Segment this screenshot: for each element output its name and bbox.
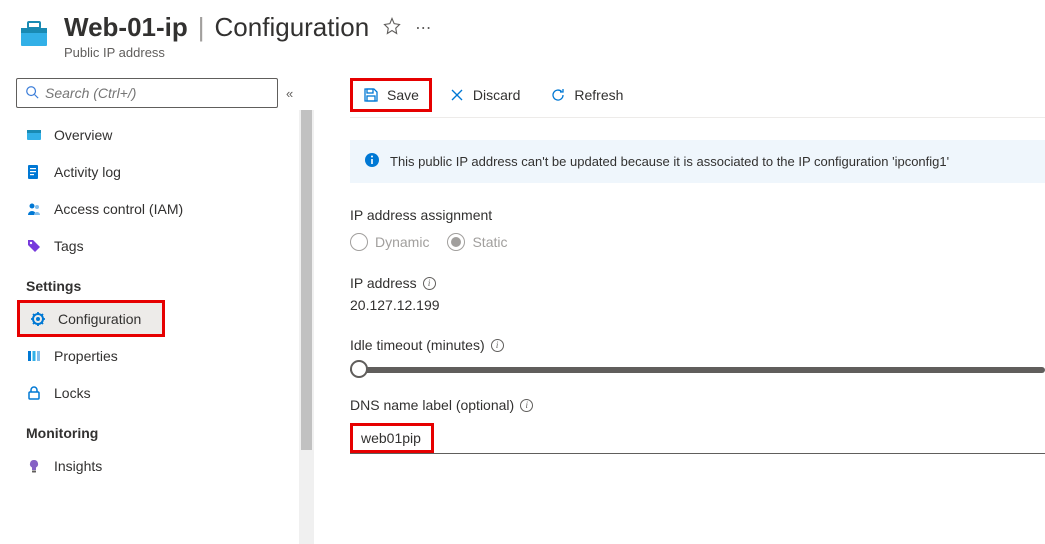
collapse-sidebar-icon[interactable]: « — [286, 86, 293, 101]
radio-icon — [447, 233, 465, 251]
favorite-star-icon[interactable] — [383, 17, 401, 38]
insights-icon — [26, 458, 42, 474]
sidebar: « Overview Activity log Access control (… — [0, 72, 314, 544]
sidebar-item-configuration[interactable]: Configuration — [17, 300, 165, 337]
ip-address-value: 20.127.12.199 — [350, 297, 1045, 313]
dns-input-value[interactable]: web01pip — [350, 423, 434, 453]
overview-icon — [26, 127, 42, 143]
sidebar-item-label: Tags — [54, 238, 84, 254]
save-icon — [363, 87, 379, 103]
save-button[interactable]: Save — [350, 78, 432, 112]
sidebar-item-iam[interactable]: Access control (IAM) — [16, 190, 306, 227]
discard-icon — [449, 87, 465, 103]
gear-icon — [30, 311, 46, 327]
sidebar-item-label: Locks — [54, 385, 91, 401]
toolbar: Save Discard Refresh — [350, 72, 1045, 118]
info-icon — [364, 152, 380, 171]
ip-assignment-label: IP address assignment — [350, 207, 1045, 223]
resource-name: Web-01-ip — [64, 12, 188, 43]
info-tooltip-icon[interactable]: i — [491, 339, 504, 352]
refresh-icon — [550, 87, 566, 103]
sidebar-scrollbar[interactable] — [299, 110, 314, 544]
page-header: Web-01-ip | Configuration ⋯ Public IP ad… — [0, 0, 1045, 72]
ip-address-label: IP address i — [350, 275, 1045, 291]
sidebar-item-overview[interactable]: Overview — [16, 116, 306, 153]
lock-icon — [26, 385, 42, 401]
ip-assignment-radio-group: Dynamic Static — [350, 233, 1045, 251]
section-title: Configuration — [215, 12, 370, 43]
sidebar-item-label: Access control (IAM) — [54, 201, 183, 217]
sidebar-item-label: Configuration — [58, 311, 141, 327]
info-tooltip-icon[interactable]: i — [520, 399, 533, 412]
resource-icon — [16, 16, 52, 52]
refresh-button[interactable]: Refresh — [537, 78, 636, 112]
dns-input-wrapper[interactable]: web01pip — [350, 423, 1045, 454]
idle-timeout-slider[interactable] — [350, 367, 1045, 373]
search-icon — [25, 85, 39, 102]
info-banner-text: This public IP address can't be updated … — [390, 154, 949, 169]
resource-type-label: Public IP address — [64, 45, 1045, 60]
search-input[interactable] — [45, 85, 269, 101]
sidebar-item-properties[interactable]: Properties — [16, 337, 306, 374]
more-icon[interactable]: ⋯ — [415, 18, 433, 38]
sidebar-item-locks[interactable]: Locks — [16, 374, 306, 411]
sidebar-item-insights[interactable]: Insights — [16, 447, 306, 484]
radio-dynamic[interactable]: Dynamic — [350, 233, 429, 251]
tags-icon — [26, 238, 42, 254]
properties-icon — [26, 348, 42, 364]
sidebar-item-tags[interactable]: Tags — [16, 227, 306, 264]
slider-thumb[interactable] — [350, 360, 368, 378]
radio-icon — [350, 233, 368, 251]
search-input-wrapper[interactable] — [16, 78, 278, 108]
sidebar-section-settings: Settings — [16, 264, 314, 300]
iam-icon — [26, 201, 42, 217]
sidebar-item-label: Overview — [54, 127, 112, 143]
main-content: Save Discard Refresh This public IP addr… — [314, 72, 1045, 544]
sidebar-item-label: Insights — [54, 458, 102, 474]
activity-log-icon — [26, 164, 42, 180]
discard-button[interactable]: Discard — [436, 78, 533, 112]
sidebar-section-monitoring: Monitoring — [16, 411, 314, 447]
radio-static[interactable]: Static — [447, 233, 507, 251]
info-tooltip-icon[interactable]: i — [423, 277, 436, 290]
dns-label: DNS name label (optional) i — [350, 397, 1045, 413]
sidebar-item-label: Activity log — [54, 164, 121, 180]
sidebar-item-activity-log[interactable]: Activity log — [16, 153, 306, 190]
info-banner: This public IP address can't be updated … — [350, 140, 1045, 183]
idle-timeout-label: Idle timeout (minutes) i — [350, 337, 1045, 353]
sidebar-item-label: Properties — [54, 348, 118, 364]
